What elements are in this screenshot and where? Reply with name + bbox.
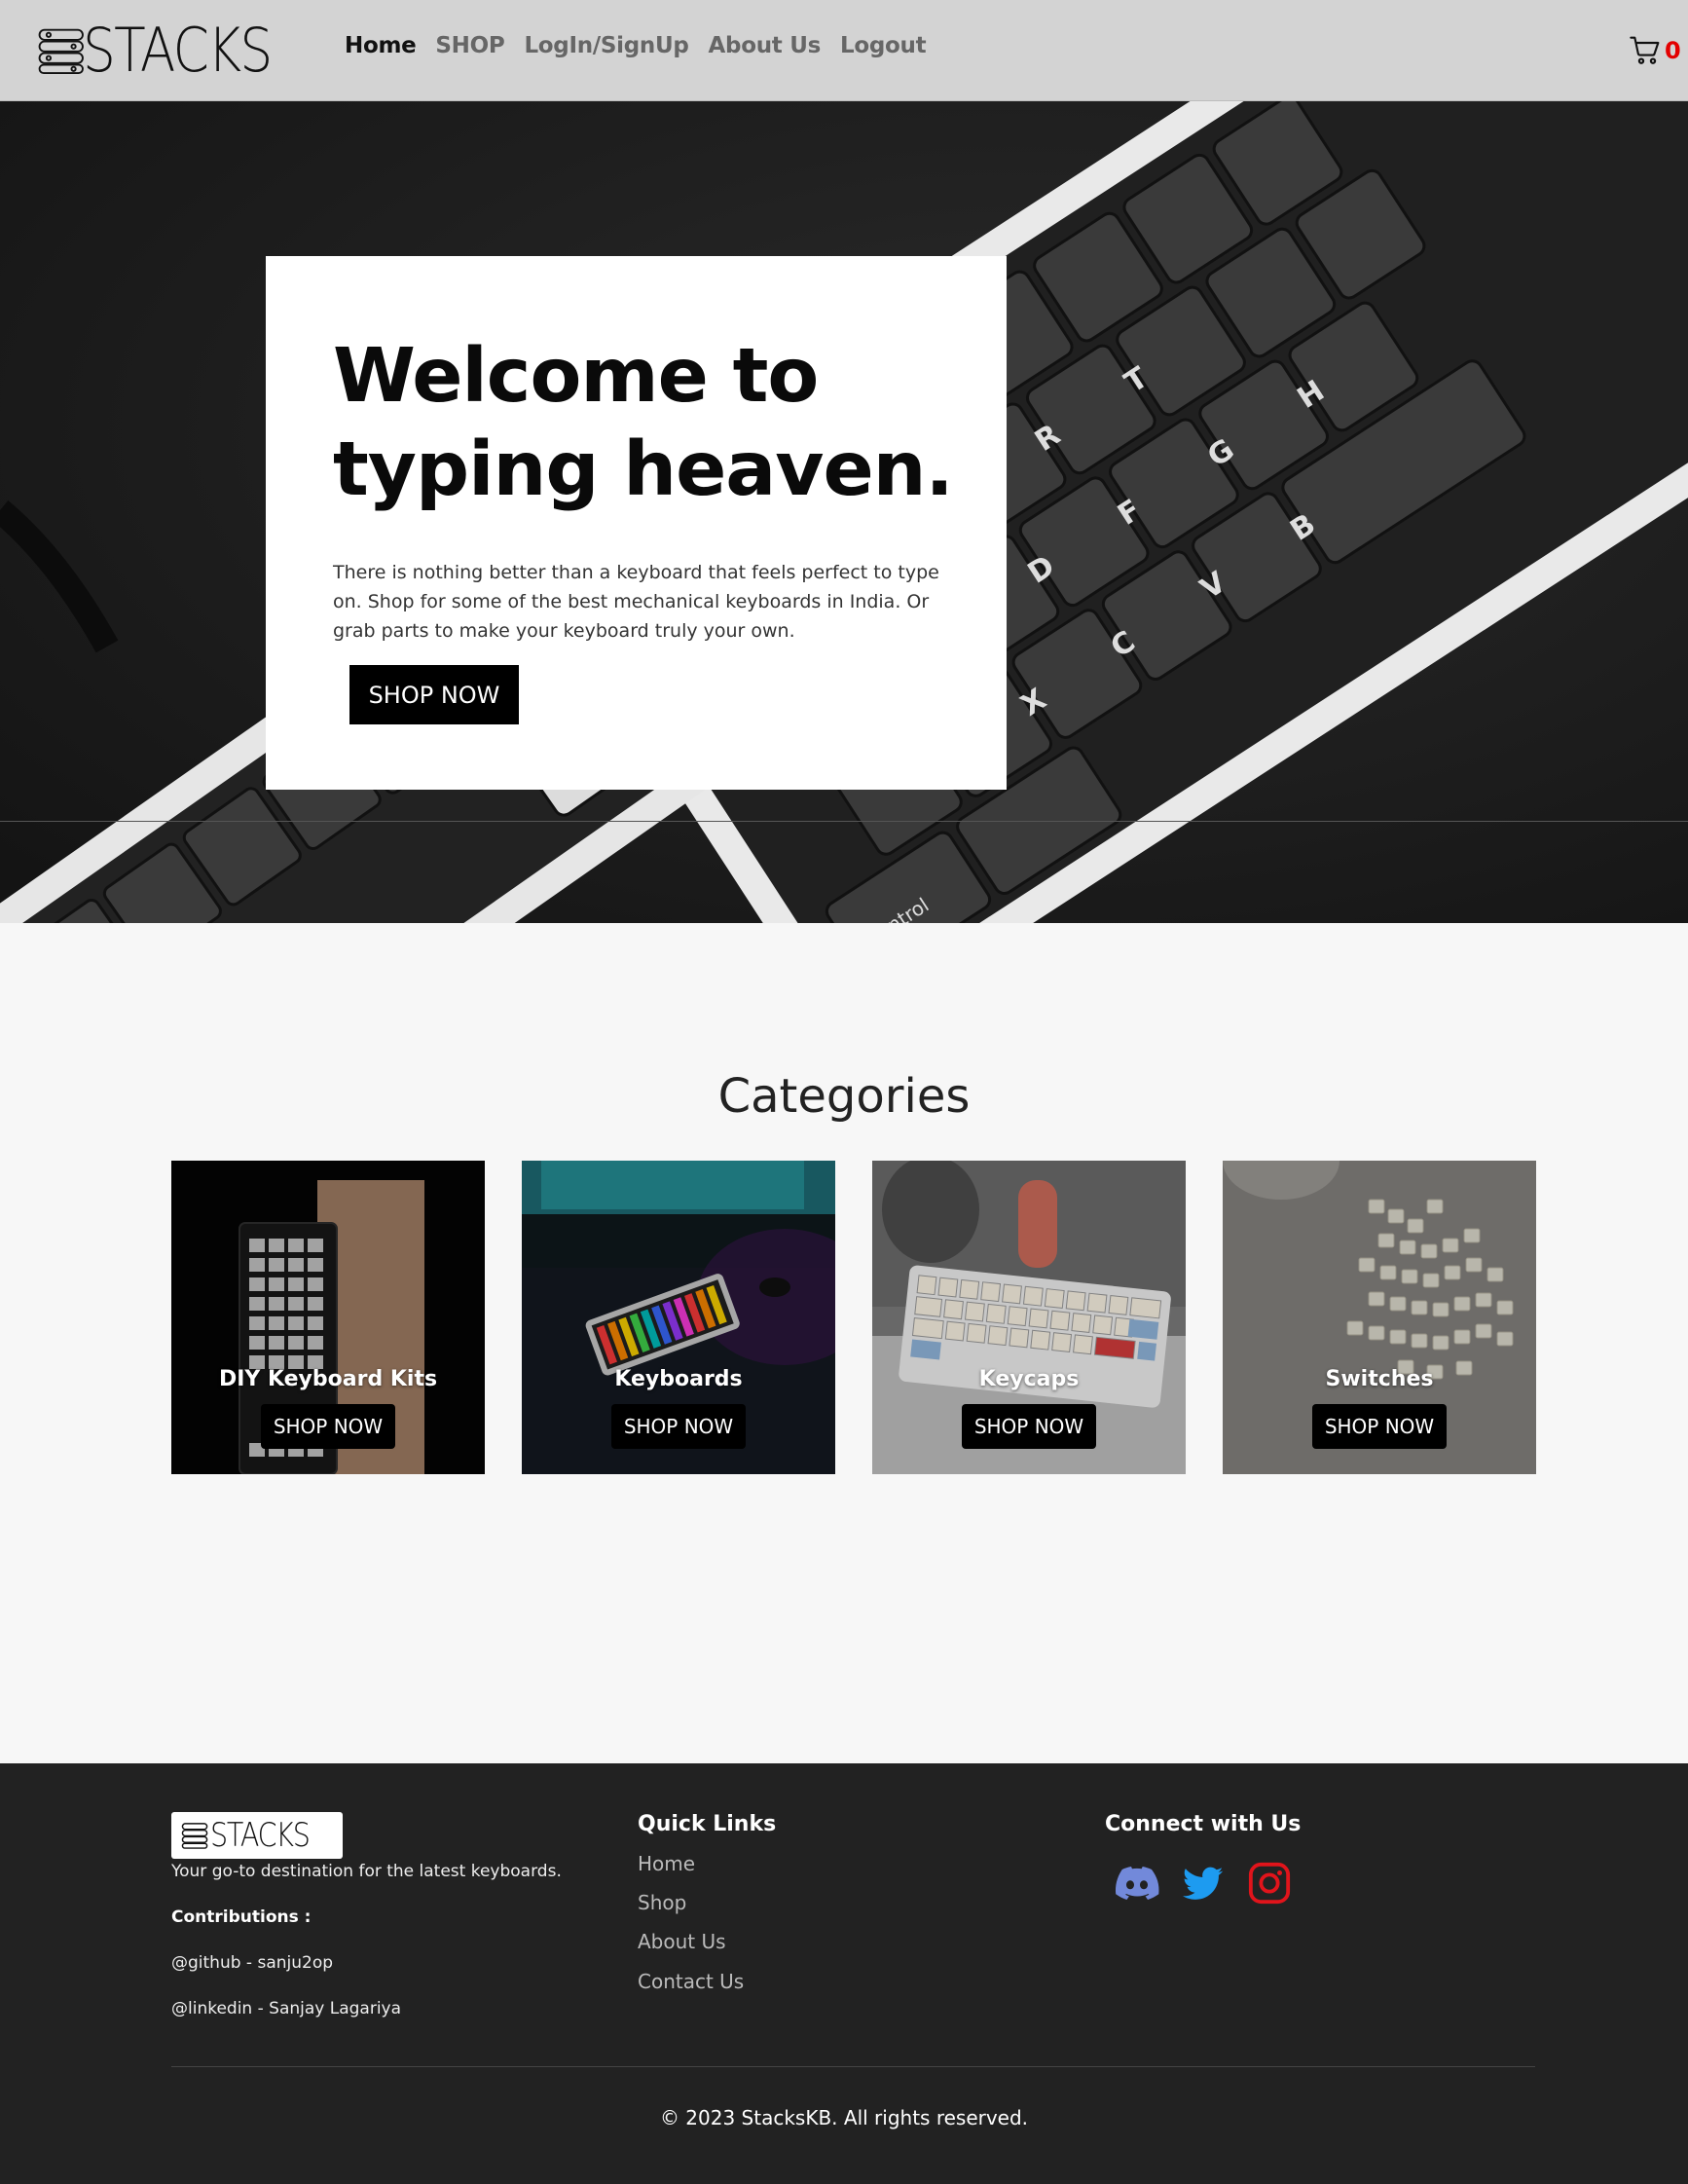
linkedin-contributor: @linkedin - Sanjay Lagariya (171, 1999, 402, 2018)
hero-divider (0, 821, 1688, 822)
category-card-switches[interactable]: Switches SHOP NOW (1223, 1161, 1536, 1474)
cart-button[interactable]: 0 (1630, 35, 1681, 66)
hero-section: Q W E R T A S D F G H Z X C V B Control (0, 101, 1688, 923)
hero-title: Welcome to typing heaven. (333, 333, 954, 513)
categories-title: Categories (717, 1069, 971, 1124)
stacks-logo-icon (38, 28, 84, 74)
discord-link[interactable] (1113, 1859, 1161, 1907)
navbar: STACKS Home SHOP LogIn/SignUp About Us L… (0, 0, 1688, 101)
hero-shop-now-button[interactable]: SHOP NOW (349, 665, 519, 724)
category-name: Keyboards (614, 1367, 743, 1391)
brand-logo[interactable]: STACKS (37, 15, 302, 86)
instagram-icon (1248, 1862, 1291, 1905)
category-card-keyboards[interactable]: Keyboards SHOP NOW (522, 1161, 835, 1474)
category-shop-now-button[interactable]: SHOP NOW (962, 1404, 1096, 1449)
footer-link-about-us[interactable]: About Us (638, 1930, 726, 1953)
cart-icon (1630, 36, 1660, 64)
stacks-logo-icon (181, 1823, 208, 1849)
footer-tagline: Your go-to destination for the latest ke… (171, 1862, 562, 1881)
category-name: DIY Keyboard Kits (218, 1367, 438, 1391)
nav-logout[interactable]: Logout (840, 33, 927, 58)
category-name: Switches (1325, 1367, 1434, 1391)
connect-heading: Connect with Us (1105, 1812, 1302, 1836)
copyright: © 2023 StacksKB. All rights reserved. (659, 2106, 1029, 2129)
category-card-keycaps[interactable]: Keycaps SHOP NOW (872, 1161, 1186, 1474)
nav-shop[interactable]: SHOP (435, 33, 504, 58)
category-shop-now-button[interactable]: SHOP NOW (1312, 1404, 1447, 1449)
footer: STACKS Your go-to destination for the la… (0, 1763, 1688, 2184)
contributions-label: Contributions : (171, 1907, 312, 1927)
cart-count: 0 (1665, 37, 1681, 64)
twitter-link[interactable] (1179, 1859, 1228, 1907)
footer-logo[interactable]: STACKS (171, 1812, 343, 1859)
footer-brand-name: STACKS (210, 1816, 311, 1855)
nav-home[interactable]: Home (345, 33, 417, 58)
brand-name: STACKS (82, 15, 273, 86)
footer-link-shop[interactable]: Shop (638, 1891, 686, 1914)
twitter-icon (1183, 1867, 1224, 1900)
footer-link-contact-us[interactable]: Contact Us (638, 1970, 744, 1993)
footer-link-home[interactable]: Home (638, 1852, 695, 1875)
discord-icon (1116, 1867, 1159, 1900)
instagram-link[interactable] (1245, 1859, 1294, 1907)
hero-card: Welcome to typing heaven. There is nothi… (266, 256, 1007, 790)
main-nav: Home SHOP LogIn/SignUp About Us Logout (345, 33, 945, 58)
category-shop-now-button[interactable]: SHOP NOW (261, 1404, 395, 1449)
nav-about-us[interactable]: About Us (709, 33, 822, 58)
category-name: Keycaps (978, 1367, 1080, 1391)
category-card-diy-kits[interactable]: DIY Keyboard Kits SHOP NOW (171, 1161, 485, 1474)
hero-description: There is nothing better than a keyboard … (333, 562, 939, 642)
quick-links-heading: Quick Links (638, 1812, 777, 1836)
github-contributor: @github - sanju2op (171, 1953, 334, 1973)
category-shop-now-button[interactable]: SHOP NOW (611, 1404, 746, 1449)
nav-login-signup[interactable]: LogIn/SignUp (524, 33, 688, 58)
footer-divider (171, 2066, 1535, 2067)
